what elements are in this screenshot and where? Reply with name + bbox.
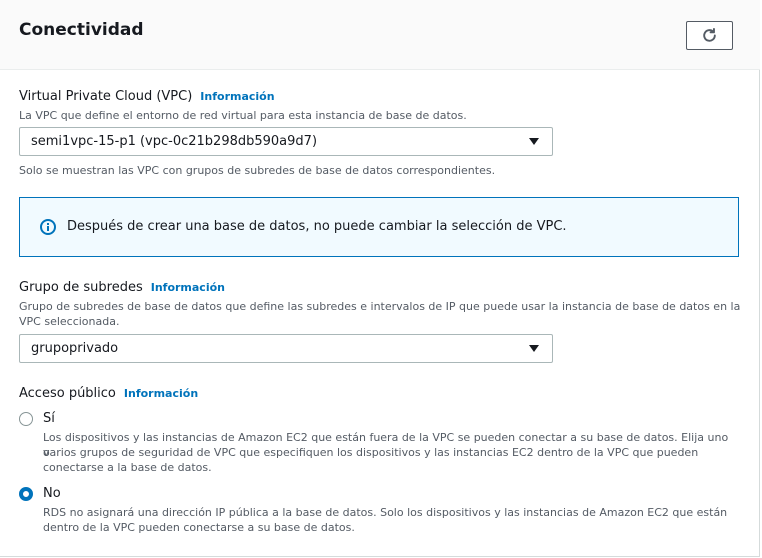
refresh-button[interactable] [686, 21, 733, 50]
info-circle-icon [40, 219, 56, 235]
panel-header: Conectividad [0, 0, 760, 70]
vpc-label-text: Virtual Private Cloud (VPC) [19, 89, 193, 104]
public-access-no-description-2: dentro de la VPC pueden conectarse a su … [43, 521, 355, 534]
subnet-group-select[interactable]: grupoprivado [19, 334, 553, 363]
subnet-group-select-value: grupoprivado [31, 341, 119, 356]
public-access-yes-radio[interactable] [19, 412, 33, 426]
subnet-group-description-2: VPC seleccionada. [19, 315, 120, 328]
subnet-group-description-1: Grupo de subredes de base de datos que d… [19, 300, 741, 313]
caret-down-icon [529, 138, 539, 145]
alert-message: Después de crear una base de datos, no p… [67, 219, 567, 234]
public-access-yes-label[interactable]: Sí [43, 411, 55, 426]
vpc-hint: Solo se muestran las VPC con grupos de s… [19, 164, 496, 177]
refresh-icon [703, 27, 716, 42]
section-title: Conectividad [19, 20, 144, 40]
vpc-info-link[interactable]: Información [200, 90, 274, 103]
vpc-field-label: Virtual Private Cloud (VPC) Información [19, 89, 275, 104]
public-access-no-radio[interactable] [19, 487, 33, 501]
public-access-label: Acceso público Información [19, 386, 198, 401]
vpc-description: La VPC que define el entorno de red virt… [19, 109, 467, 122]
caret-down-icon [529, 345, 539, 352]
vpc-info-alert: Después de crear una base de datos, no p… [19, 197, 739, 257]
vpc-select-value: semi1vpc-15-p1 (vpc-0c21b298db590a9d7) [31, 134, 318, 149]
connectivity-panel: Conectividad Virtual Private Cloud (VPC)… [0, 0, 760, 557]
public-access-info-link[interactable]: Información [124, 387, 198, 400]
subnet-group-label-text: Grupo de subredes [19, 280, 143, 295]
public-access-label-text: Acceso público [19, 386, 116, 401]
public-access-no-description-1: RDS no asignará una dirección IP pública… [43, 506, 728, 519]
public-access-no-label[interactable]: No [43, 486, 61, 501]
subnet-group-label: Grupo de subredes Información [19, 280, 225, 295]
vpc-select[interactable]: semi1vpc-15-p1 (vpc-0c21b298db590a9d7) [19, 127, 553, 156]
public-access-yes-description-3: conectarse a la base de datos. [43, 461, 212, 474]
subnet-group-info-link[interactable]: Información [151, 281, 225, 294]
public-access-yes-description-2: varios grupos de seguridad de VPC que es… [43, 446, 699, 459]
